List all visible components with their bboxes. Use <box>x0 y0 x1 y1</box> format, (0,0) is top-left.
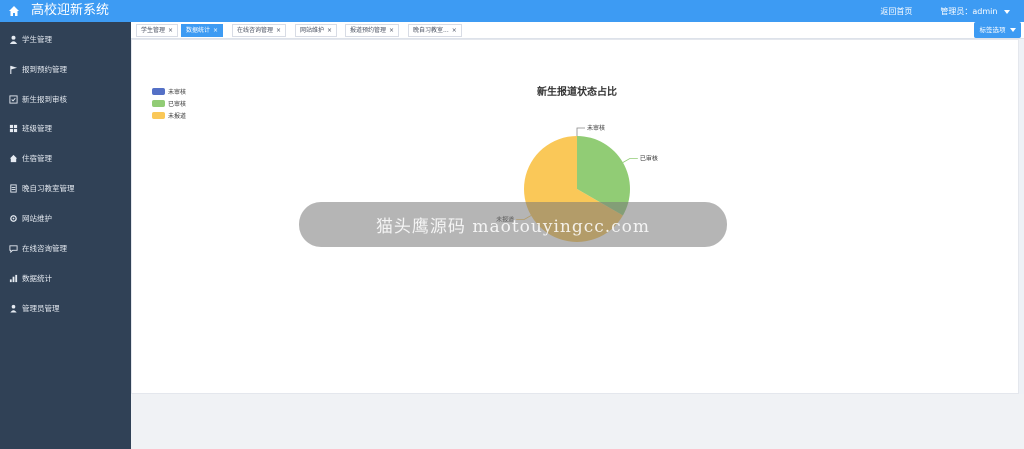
sidebar-item-label: 学生管理 <box>22 34 52 44</box>
tab-booking[interactable]: 报道预约管理 × <box>345 24 400 37</box>
sidebar-item-classes[interactable]: 班级管理 <box>0 119 131 137</box>
watermark-banner: 猫头鹰源码 maotouyingcc.com <box>299 202 727 247</box>
tab-label: 报道预约管理 <box>350 27 387 34</box>
admin-label: 管理员：admin <box>940 6 998 16</box>
close-icon[interactable]: × <box>389 27 394 34</box>
sidebar: 学生管理 报到预约管理 新生报到审核 班级管理 住宿管理 晚自习教室管理 网站维… <box>0 22 131 449</box>
sidebar-item-consult[interactable]: 在线咨询管理 <box>0 239 131 257</box>
sidebar-item-website[interactable]: 网站维护 <box>0 209 131 227</box>
tab-options-label: 标签选项 <box>979 26 1006 34</box>
chart-title: 新生报道状态占比 <box>537 85 617 98</box>
tabs-bar: 学生管理 × 数据统计 × 在线咨询管理 × 网站维护 × 报道预约管理 × 晚自习教室.… <box>131 22 1024 39</box>
tab-classroom[interactable]: 晚自习教室... × <box>408 24 462 37</box>
tab-label: 网站维护 <box>300 27 325 34</box>
top-header: 高校迎新系统 返回首页 管理员：admin <box>0 0 1024 22</box>
close-icon[interactable]: × <box>213 27 218 34</box>
sidebar-item-label: 报到预约管理 <box>22 64 67 74</box>
chevron-down-icon <box>1009 28 1016 32</box>
sidebar-item-admins[interactable]: 管理员管理 <box>0 299 131 317</box>
sidebar-item-review[interactable]: 新生报到审核 <box>0 90 131 108</box>
close-icon[interactable]: × <box>276 27 281 34</box>
sidebar-item-students[interactable]: 学生管理 <box>0 30 131 48</box>
sidebar-item-label: 晚自习教室管理 <box>22 183 75 193</box>
tab-consult[interactable]: 在线咨询管理 × <box>232 24 287 37</box>
pie-leader-line <box>576 127 585 136</box>
tab-label: 在线咨询管理 <box>237 27 274 34</box>
document-icon <box>8 183 18 193</box>
chart-icon <box>8 273 18 283</box>
people-icon <box>8 303 18 313</box>
pie-label: 未审核 <box>587 124 605 132</box>
sidebar-item-classroom[interactable]: 晚自习教室管理 <box>0 179 131 197</box>
tab-stats[interactable]: 数据统计 × <box>181 24 224 37</box>
app-title: 高校迎新系统 <box>31 3 110 18</box>
chat-icon <box>8 243 18 253</box>
sidebar-item-label: 新生报到审核 <box>22 94 67 104</box>
header-actions: 返回首页 管理员：admin <box>880 0 1010 22</box>
tab-students[interactable]: 学生管理 × <box>136 24 179 37</box>
watermark-text: 猫头鹰源码 maotouyingcc.com <box>375 217 651 237</box>
tab-label: 晚自习教室... <box>413 27 449 34</box>
pie-label: 已审核 <box>640 155 658 163</box>
admin-menu[interactable]: 管理员：admin <box>940 6 1010 17</box>
close-icon[interactable]: × <box>168 27 173 34</box>
grid-icon <box>8 123 18 133</box>
sidebar-item-dorm[interactable]: 住宿管理 <box>0 149 131 167</box>
sidebar-item-stats[interactable]: 数据统计 <box>0 269 131 287</box>
pie-leader-line <box>622 158 638 163</box>
check-icon <box>8 94 18 104</box>
close-icon[interactable]: × <box>452 27 457 34</box>
tab-options-button[interactable]: 标签选项 <box>974 22 1021 38</box>
user-icon <box>8 34 18 44</box>
tab-label: 数据统计 <box>186 27 211 34</box>
home-link[interactable]: 返回首页 <box>880 6 912 17</box>
home-icon[interactable] <box>3 0 25 22</box>
sidebar-item-label: 住宿管理 <box>22 153 52 163</box>
home-icon <box>8 153 18 163</box>
sidebar-item-label: 网站维护 <box>22 213 52 223</box>
tab-label: 学生管理 <box>141 27 166 34</box>
close-icon[interactable]: × <box>327 27 332 34</box>
tab-website[interactable]: 网站维护 × <box>295 24 338 37</box>
chevron-down-icon <box>1004 9 1010 14</box>
sidebar-item-booking[interactable]: 报到预约管理 <box>0 60 131 78</box>
sidebar-item-label: 管理员管理 <box>22 303 60 313</box>
sidebar-item-label: 数据统计 <box>22 273 52 283</box>
flag-icon <box>8 64 18 74</box>
sidebar-item-label: 在线咨询管理 <box>22 243 67 253</box>
sidebar-item-label: 班级管理 <box>22 123 52 133</box>
settings-icon <box>8 213 18 223</box>
footer-area <box>131 394 1024 449</box>
